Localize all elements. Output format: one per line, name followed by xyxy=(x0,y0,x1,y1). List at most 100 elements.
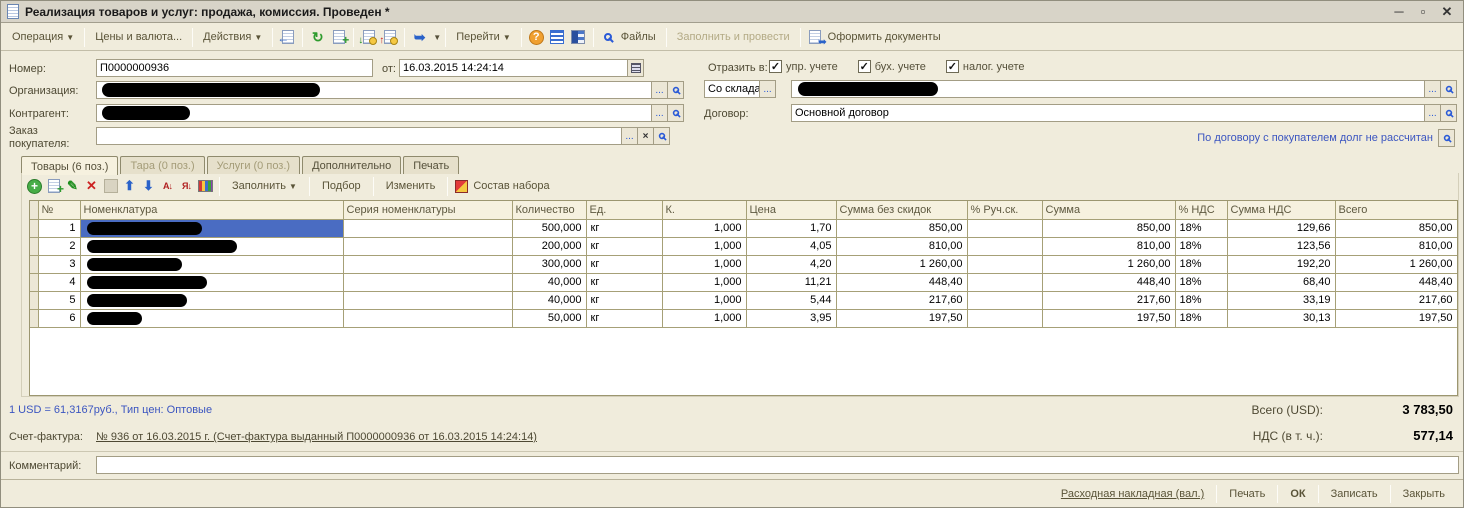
table-row[interactable]: 1500,000кг1,0001,70850,00850,0018%129,66… xyxy=(30,219,1457,237)
table-cell[interactable]: 810,00 xyxy=(1042,237,1175,255)
sort-desc-icon[interactable]: Я↓ xyxy=(178,178,195,194)
table-row[interactable]: 2200,000кг1,0004,05810,00810,0018%123,56… xyxy=(30,237,1457,255)
expense-invoice-link[interactable]: Расходная накладная (вал.) xyxy=(1051,485,1214,503)
contract-input[interactable]: Основной договор xyxy=(791,104,1425,122)
column-header[interactable]: Сумма без скидок xyxy=(836,201,967,219)
table-cell[interactable]: кг xyxy=(586,273,662,291)
table-cell[interactable] xyxy=(80,291,343,309)
calendar-button[interactable] xyxy=(627,59,644,77)
column-header[interactable]: % НДС xyxy=(1175,201,1227,219)
table-cell[interactable]: 30,13 xyxy=(1227,309,1335,327)
fill-menu[interactable]: Заполнить▼ xyxy=(224,177,305,195)
column-header[interactable]: Сумма xyxy=(1042,201,1175,219)
column-header[interactable]: Всего xyxy=(1335,201,1457,219)
table-cell[interactable]: 18% xyxy=(1175,291,1227,309)
table-cell[interactable]: 40,000 xyxy=(512,291,586,309)
reflect-checkbox[interactable]: ✓упр. учете xyxy=(769,60,838,73)
column-header[interactable]: Цена xyxy=(746,201,836,219)
table-cell[interactable]: 40,000 xyxy=(512,273,586,291)
table-cell[interactable]: 810,00 xyxy=(1335,237,1457,255)
table-cell[interactable]: 1 260,00 xyxy=(836,255,967,273)
change-button[interactable]: Изменить xyxy=(378,177,444,195)
organization-open-button[interactable] xyxy=(667,81,684,99)
issue-documents-button[interactable]: Оформить документы xyxy=(826,28,947,46)
table-cell[interactable]: 217,60 xyxy=(836,291,967,309)
table-cell[interactable]: 1 xyxy=(38,219,80,237)
list-settings-icon[interactable] xyxy=(549,29,566,45)
table-cell[interactable]: кг xyxy=(586,255,662,273)
reflect-checkbox[interactable]: ✓бух. учете xyxy=(858,60,926,73)
table-cell[interactable]: 810,00 xyxy=(836,237,967,255)
table-cell[interactable]: 1 260,00 xyxy=(1042,255,1175,273)
table-cell[interactable] xyxy=(343,309,512,327)
table-cell[interactable]: 4,20 xyxy=(746,255,836,273)
table-cell[interactable] xyxy=(80,273,343,291)
reflect-checkbox[interactable]: ✓налог. учете xyxy=(946,60,1025,73)
order-select-button[interactable]: ... xyxy=(621,127,638,145)
close-form-button[interactable]: Закрыть xyxy=(1393,485,1455,503)
column-header[interactable]: Ед. xyxy=(586,201,662,219)
minimize-button[interactable]: ─ xyxy=(1389,3,1409,21)
files-button[interactable]: Файлы xyxy=(619,28,662,46)
table-cell[interactable] xyxy=(80,219,343,237)
currency-rate-link[interactable]: 1 USD = 61,3167руб., Тип цен: Оптовые xyxy=(9,404,212,416)
comment-input[interactable] xyxy=(96,456,1459,474)
table-cell[interactable]: кг xyxy=(586,219,662,237)
table-row[interactable]: 540,000кг1,0005,44217,60217,6018%33,1921… xyxy=(30,291,1457,309)
debt-status-link[interactable]: По договору с покупателем долг не рассчи… xyxy=(1197,132,1433,144)
column-header[interactable]: % Руч.ск. xyxy=(967,201,1042,219)
table-cell[interactable] xyxy=(967,291,1042,309)
table-cell[interactable]: 18% xyxy=(1175,255,1227,273)
date-input[interactable]: 16.03.2015 14:24:14 xyxy=(399,59,628,77)
tab-услуги[interactable]: Услуги (0 поз.) xyxy=(207,156,300,174)
save-button[interactable]: Записать xyxy=(1321,485,1388,503)
table-cell[interactable] xyxy=(343,291,512,309)
column-header[interactable]: Количество xyxy=(512,201,586,219)
table-cell[interactable]: 50,000 xyxy=(512,309,586,327)
column-header[interactable]: Серия номенклатуры xyxy=(343,201,512,219)
table-cell[interactable]: 68,40 xyxy=(1227,273,1335,291)
table-cell[interactable]: 129,66 xyxy=(1227,219,1335,237)
table-cell[interactable]: 197,50 xyxy=(836,309,967,327)
table-cell[interactable]: 1,000 xyxy=(662,309,746,327)
table-cell[interactable]: 4,05 xyxy=(746,237,836,255)
tab-тара[interactable]: Тара (0 поз.) xyxy=(120,156,204,174)
table-cell[interactable] xyxy=(967,237,1042,255)
table-cell[interactable]: 217,60 xyxy=(1042,291,1175,309)
table-cell[interactable] xyxy=(967,219,1042,237)
copy-document-icon[interactable]: + xyxy=(330,29,347,45)
copy-row-icon[interactable]: + xyxy=(45,178,62,194)
table-cell[interactable]: 123,56 xyxy=(1227,237,1335,255)
move-up-icon[interactable]: ⬆ xyxy=(121,178,138,194)
pick-button[interactable]: Подбор xyxy=(314,177,369,195)
unpost-document-icon[interactable]: ↑ xyxy=(381,29,398,45)
order-input[interactable] xyxy=(96,127,622,145)
table-cell[interactable]: 4 xyxy=(38,273,80,291)
column-header[interactable]: Сумма НДС xyxy=(1227,201,1335,219)
table-cell[interactable]: 11,21 xyxy=(746,273,836,291)
checkbox-icon[interactable]: ✓ xyxy=(858,60,871,73)
table-cell[interactable] xyxy=(343,219,512,237)
table-cell[interactable]: 448,40 xyxy=(1335,273,1457,291)
move-down-icon[interactable]: ⬇ xyxy=(140,178,157,194)
tab-печать[interactable]: Печать xyxy=(403,156,459,174)
table-cell[interactable] xyxy=(343,255,512,273)
organization-select-button[interactable]: ... xyxy=(651,81,668,99)
table-cell[interactable]: 2 xyxy=(38,237,80,255)
table-cell[interactable]: 18% xyxy=(1175,309,1227,327)
table-cell[interactable]: 5 xyxy=(38,291,80,309)
table-cell[interactable]: 1,70 xyxy=(746,219,836,237)
table-cell[interactable]: 850,00 xyxy=(1042,219,1175,237)
table-cell[interactable] xyxy=(80,237,343,255)
numbering-icon[interactable] xyxy=(197,178,214,194)
column-header[interactable]: Номенклатура xyxy=(80,201,343,219)
sort-asc-icon[interactable]: А↓ xyxy=(159,178,176,194)
refresh-icon[interactable]: ↻ xyxy=(309,29,326,45)
counterparty-select-button[interactable]: ... xyxy=(651,104,668,122)
number-input[interactable]: П0000000936 xyxy=(96,59,373,77)
counterparty-open-button[interactable] xyxy=(667,104,684,122)
table-cell[interactable]: 1,000 xyxy=(662,273,746,291)
table-cell[interactable]: 18% xyxy=(1175,219,1227,237)
contract-open-button[interactable] xyxy=(1440,104,1457,122)
table-cell[interactable]: 18% xyxy=(1175,237,1227,255)
